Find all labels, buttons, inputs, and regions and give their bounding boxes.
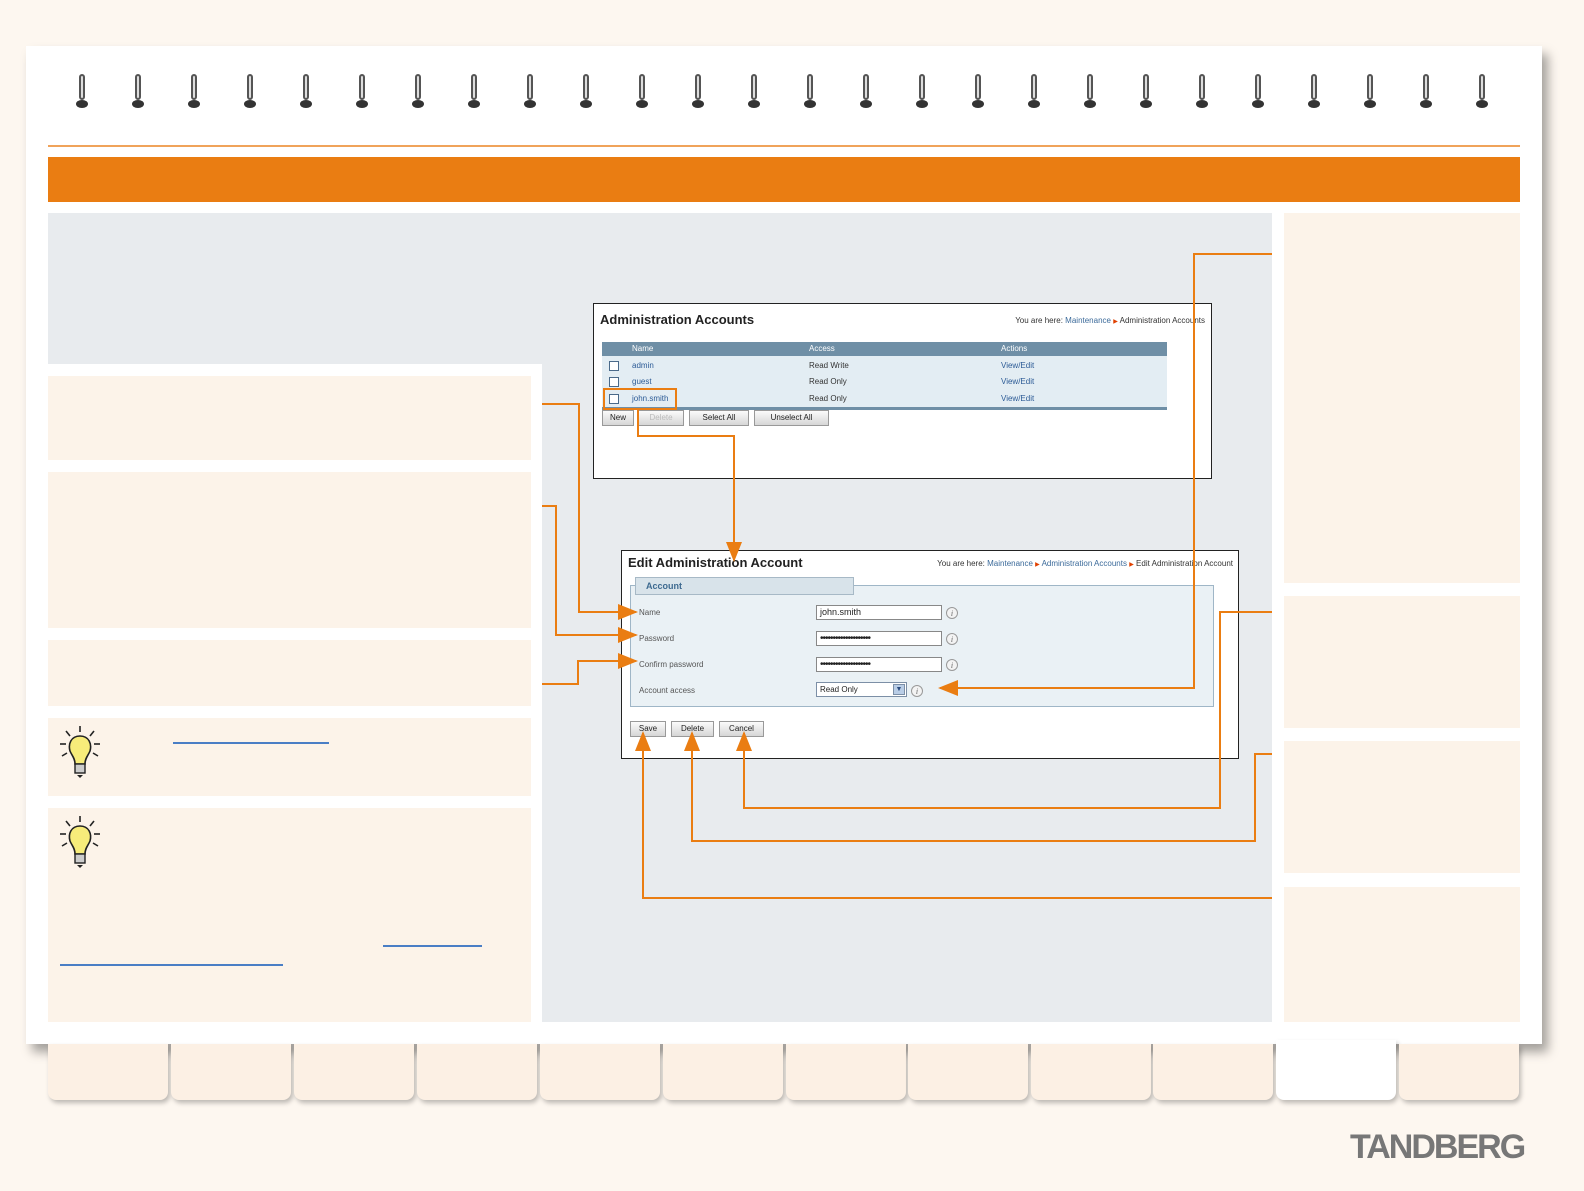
chapter-tab[interactable] (540, 1044, 660, 1100)
tandberg-logo: TANDBERG (1350, 1128, 1526, 1166)
chapter-tab[interactable] (786, 1044, 906, 1100)
chapter-tab[interactable] (294, 1044, 414, 1100)
chapter-tab[interactable] (171, 1044, 291, 1100)
chapter-tab[interactable] (1031, 1044, 1151, 1100)
chapter-tab[interactable] (1153, 1044, 1273, 1100)
chapter-tab[interactable] (908, 1044, 1028, 1100)
callout-connectors (542, 253, 1272, 899)
chapter-tab-active[interactable] (1276, 1040, 1396, 1100)
chapter-tab[interactable] (417, 1044, 537, 1100)
chapter-tab[interactable] (48, 1044, 168, 1100)
chapter-tab[interactable] (663, 1044, 783, 1100)
chapter-tab[interactable] (1399, 1044, 1519, 1100)
highlight-box (603, 388, 677, 410)
